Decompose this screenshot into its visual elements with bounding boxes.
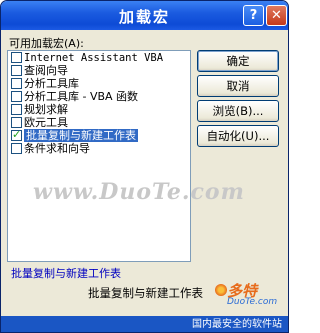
addin-checkbox[interactable] bbox=[11, 143, 22, 154]
footer-banner: 国内最安全的软件站 bbox=[1, 316, 288, 332]
addin-label: 条件求和向导 bbox=[24, 142, 90, 155]
addins-listbox[interactable]: Internet Assistant VBA 查阅向导 分析工具库 分析工具库 … bbox=[7, 50, 191, 262]
list-item[interactable]: 分析工具库 - VBA 函数 bbox=[8, 90, 190, 103]
list-item[interactable]: 查阅向导 bbox=[8, 64, 190, 77]
list-item[interactable]: 规划求解 bbox=[8, 103, 190, 116]
list-item[interactable]: 条件求和向导 bbox=[8, 142, 190, 155]
addin-checkbox[interactable] bbox=[11, 65, 22, 76]
addin-label: 批量复制与新建工作表 bbox=[24, 129, 138, 142]
site-logo: 多特 DuoTe.com bbox=[215, 280, 288, 320]
cancel-button[interactable]: 取消 bbox=[197, 75, 279, 97]
addin-checkbox[interactable] bbox=[11, 78, 22, 89]
close-button[interactable]: ✕ bbox=[266, 5, 287, 26]
list-item[interactable]: 批量复制与新建工作表 bbox=[8, 129, 190, 142]
title-bar: 加载宏 ? ✕ bbox=[1, 1, 288, 30]
addin-label: Internet Assistant VBA bbox=[24, 52, 164, 64]
ok-button[interactable]: 确定 bbox=[197, 50, 279, 72]
addin-label: 查阅向导 bbox=[24, 64, 68, 77]
addin-label: 规划求解 bbox=[24, 103, 68, 116]
addin-label: 分析工具库 bbox=[24, 77, 79, 90]
site-watermark: www.DuoTe.com bbox=[33, 179, 245, 205]
list-item[interactable]: 欧元工具 bbox=[8, 116, 190, 129]
add-ins-dialog: 加载宏 ? ✕ 可用加载宏(A): Internet Assistant VBA… bbox=[0, 0, 289, 333]
addin-label: 欧元工具 bbox=[24, 116, 68, 129]
logo-domain: DuoTe.com bbox=[227, 297, 278, 307]
available-addins-label: 可用加载宏(A): bbox=[9, 37, 84, 50]
addin-checkbox[interactable] bbox=[11, 104, 22, 115]
browse-button[interactable]: 浏览(B)... bbox=[197, 100, 279, 122]
addin-label: 分析工具库 - VBA 函数 bbox=[24, 90, 139, 103]
addin-checkbox[interactable] bbox=[11, 117, 22, 128]
addin-checkbox[interactable] bbox=[11, 52, 22, 63]
list-item[interactable]: 分析工具库 bbox=[8, 77, 190, 90]
description-title: 批量复制与新建工作表 bbox=[11, 267, 121, 280]
addin-checkbox[interactable] bbox=[11, 129, 22, 141]
automation-button[interactable]: 自动化(U)... bbox=[197, 125, 279, 147]
addin-checkbox[interactable] bbox=[11, 91, 22, 102]
help-button[interactable]: ? bbox=[243, 5, 264, 26]
list-item[interactable]: Internet Assistant VBA bbox=[8, 51, 190, 64]
logo-swirl-icon bbox=[215, 284, 227, 296]
